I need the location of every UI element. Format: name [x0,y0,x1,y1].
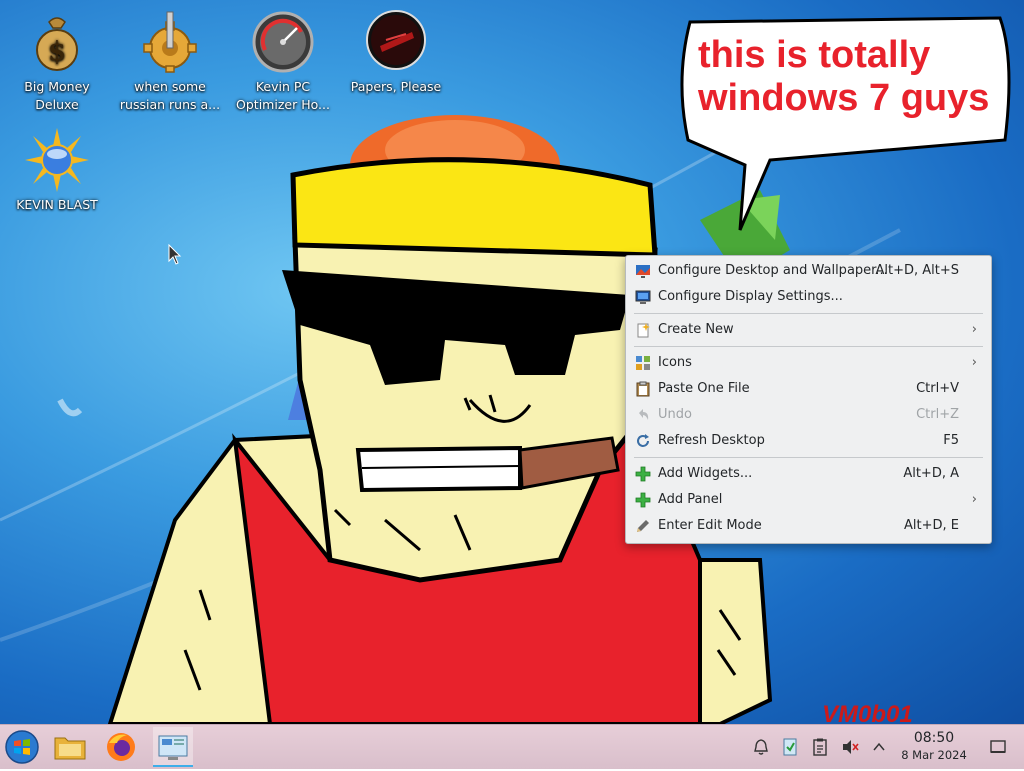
menu-item-add-panel[interactable]: Add Panel › [626,487,991,513]
watermark: VM0b01 [822,701,913,724]
refresh-icon [637,434,649,447]
icons-grid-icon [636,356,650,370]
taskbar: 08:50 8 Mar 2024 [0,724,1024,769]
sun-globe-icon [25,128,89,192]
papers-please-icon [366,10,426,70]
desktop-context-menu: Configure Desktop and Wallpaper... Alt+D… [625,255,992,544]
paste-icon [636,381,650,397]
plus-icon [635,466,651,482]
desktop-icon-label: Deluxe [35,97,79,112]
svg-text:$: $ [48,37,66,67]
menu-separator [634,313,983,314]
menu-item-refresh-desktop[interactable]: Refresh Desktop F5 [626,428,991,454]
desktop-icon-label: KEVIN BLAST [16,197,98,212]
undo-icon [639,409,649,420]
chevron-right-icon: › [971,355,977,370]
menu-item-undo[interactable]: Undo Ctrl+Z [626,402,991,428]
desktop-icon-russian[interactable]: when some russian runs a... [115,10,225,114]
desktop-icon-big-money-deluxe[interactable]: $ Big Money Deluxe [2,10,112,114]
menu-item-add-widgets[interactable]: Add Widgets... Alt+D, A [626,461,991,487]
taskbar-kevin-pc-optimizer[interactable] [153,727,193,767]
taskbar-file-manager[interactable] [50,727,90,767]
chevron-up-icon[interactable] [869,737,889,757]
menu-item-configure-display[interactable]: Configure Display Settings... [626,284,991,310]
speech-bubble-line1: this is totally [698,34,930,76]
menu-item-icons[interactable]: Icons › [626,350,991,376]
chevron-right-icon: › [971,322,977,337]
display-icon [635,290,651,304]
update-notifier-icon[interactable] [780,737,800,757]
taskbar-firefox[interactable] [101,727,141,767]
menu-item-configure-desktop[interactable]: Configure Desktop and Wallpaper... Alt+D… [626,258,991,284]
desktop-icon-label: Papers, Please [350,79,442,94]
folder-icon [54,737,86,760]
desktop-wallpaper-icon [636,265,650,278]
menu-item-paste-one-file[interactable]: Paste One File Ctrl+V [626,376,991,402]
desktop-icon-label: when some [134,79,206,94]
desktop-icon-label: Kevin PC [255,79,311,94]
volume-muted-icon[interactable] [840,737,860,757]
edit-icon [637,520,649,532]
mouse-cursor-icon [168,244,182,265]
windows-orb-icon [5,730,39,764]
plus-icon [635,492,651,508]
menu-separator [634,346,983,347]
desktop[interactable]: this is totally windows 7 guys VM0b01 $ … [0,0,1024,724]
menu-separator [634,457,983,458]
new-document-icon [637,323,650,338]
speech-bubble-line2: windows 7 guys [697,77,989,119]
speedometer-icon [252,11,314,73]
clock-date[interactable]: 8 Mar 2024 [894,748,974,762]
desktop-icon-label: Big Money [24,79,90,94]
chevron-right-icon: › [971,492,977,507]
notifications-bell-icon[interactable] [751,737,771,757]
clipboard-icon[interactable] [810,737,830,757]
gear-icon [143,11,197,73]
clock-time[interactable]: 08:50 [898,730,970,746]
desktop-icon-kevin-blast[interactable]: KEVIN BLAST [2,128,112,214]
desktop-icon-label: Optimizer Ho... [236,97,330,112]
menu-item-enter-edit-mode[interactable]: Enter Edit Mode Alt+D, E [626,513,991,539]
desktop-icon-label: russian runs a... [119,97,221,112]
money-bag-icon: $ [36,17,78,71]
firefox-icon [107,733,135,761]
desktop-icon-kevin-pc-optimizer[interactable]: Kevin PC Optimizer Ho... [228,10,338,114]
desktop-icon-papers-please[interactable]: Papers, Please [341,10,451,96]
show-desktop-icon[interactable] [988,737,1008,757]
menu-item-create-new[interactable]: Create New › [626,317,991,343]
start-button[interactable] [2,727,42,767]
system-monitor-icon [158,735,188,760]
